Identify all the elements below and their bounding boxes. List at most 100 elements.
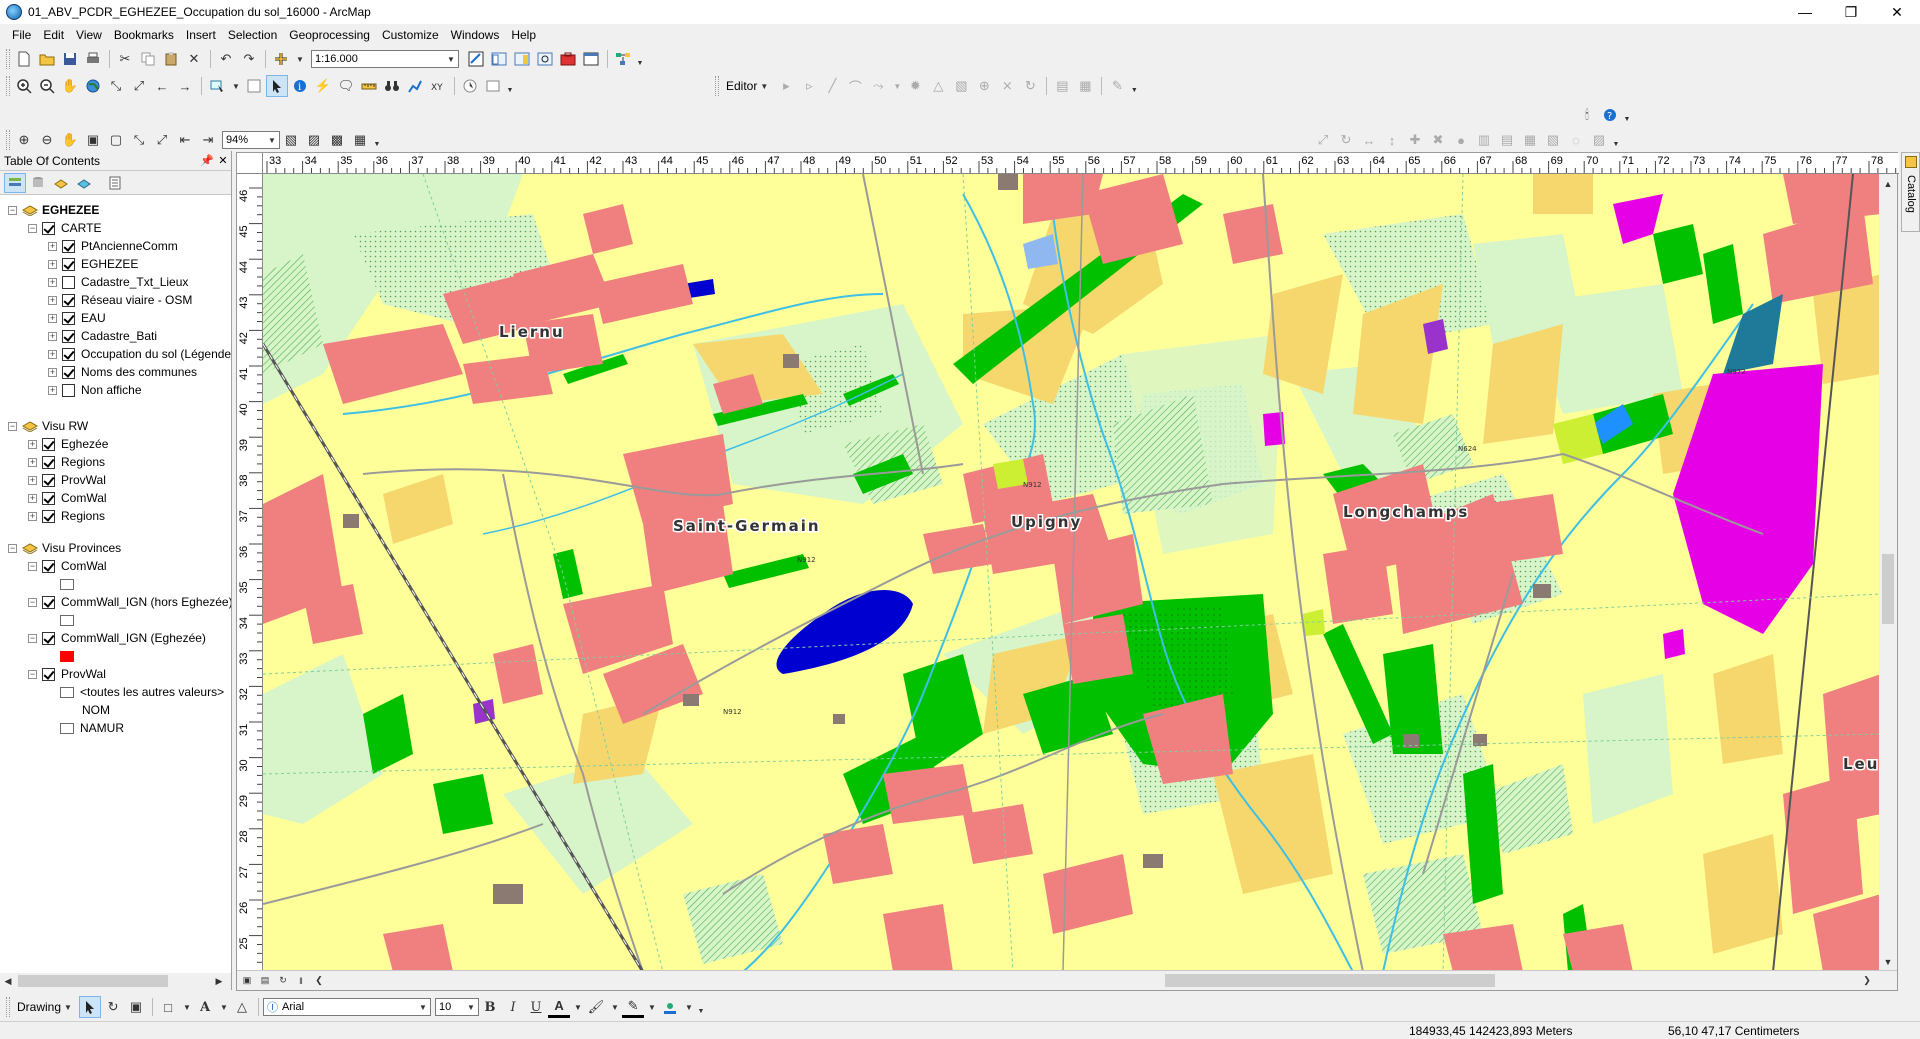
rotate-tool-icon[interactable]: ↻ <box>1019 75 1041 97</box>
map-horizontal-scrollbar[interactable] <box>325 974 1865 987</box>
georef-update-icon[interactable]: ▤ <box>1496 129 1518 151</box>
toolbar-handle[interactable] <box>6 49 10 69</box>
toc-layer-regions-2[interactable]: + Regions <box>0 507 231 525</box>
add-data-dropdown[interactable]: ▼ <box>293 51 307 67</box>
layer-checkbox[interactable] <box>62 365 75 379</box>
html-popup-icon[interactable]: 🗨 <box>335 75 357 97</box>
map-vertical-scrollbar[interactable]: ▲ ▼ <box>1879 174 1897 972</box>
previous-extent-page-icon[interactable]: ⇤ <box>174 129 196 151</box>
pin-icon[interactable]: 📌 <box>199 154 215 167</box>
marker-color-icon[interactable] <box>659 996 681 1018</box>
layer-checkbox[interactable] <box>42 595 55 609</box>
menu-help[interactable]: Help <box>505 24 542 46</box>
menu-file[interactable]: File <box>6 24 37 46</box>
georef-layer-icon[interactable]: ▨ <box>1588 129 1610 151</box>
pan-hand-icon[interactable]: ✋ <box>59 75 81 97</box>
toc-layer-eghezee[interactable]: + EGHEZEE <box>0 255 231 273</box>
toc-layer-eghezee-rw[interactable]: + Eghezée <box>0 435 231 453</box>
end-point-arc-icon[interactable]: ⌒ <box>844 75 866 97</box>
georef-fit-icon[interactable]: ⤢ <box>1312 129 1334 151</box>
layer-checkbox[interactable] <box>42 509 55 523</box>
add-data-icon[interactable] <box>270 48 292 70</box>
create-features-icon[interactable]: ✎ <box>1106 75 1128 97</box>
toolbar-options-icon[interactable]: ▼ <box>1131 78 1138 94</box>
select-features-icon[interactable] <box>206 75 228 97</box>
menu-edit[interactable]: Edit <box>37 24 70 46</box>
copy-icon[interactable] <box>137 48 159 70</box>
expand-toggle[interactable]: + <box>48 367 57 377</box>
toolbar-handle[interactable] <box>6 76 10 96</box>
expand-toggle[interactable]: + <box>28 511 37 521</box>
expand-toggle[interactable]: + <box>28 493 37 503</box>
rectangle-tool-icon[interactable]: □ <box>157 996 179 1018</box>
toc-layer-eau[interactable]: + EAU <box>0 309 231 327</box>
point-icon[interactable]: ✹ <box>904 75 926 97</box>
zoom-to-selected-icon[interactable]: ▣ <box>125 996 147 1018</box>
toc-layer-cadastre-bati[interactable]: + Cadastre_Bati <box>0 327 231 345</box>
select-features-dropdown[interactable]: ▼ <box>229 78 243 94</box>
collapse-toggle[interactable]: − <box>8 205 17 215</box>
menu-selection[interactable]: Selection <box>222 24 283 46</box>
layer-checkbox[interactable] <box>62 383 75 397</box>
toolbar-handle[interactable] <box>715 76 719 96</box>
print-icon[interactable] <box>82 48 104 70</box>
toc-options-icon[interactable] <box>104 173 126 193</box>
edit-vertices-icon[interactable]: △ <box>927 75 949 97</box>
collapse-toggle[interactable]: − <box>28 223 37 233</box>
toc-layer-ptanciennecomm[interactable]: + PtAncienneComm <box>0 237 231 255</box>
zoom-out-icon[interactable] <box>36 75 58 97</box>
toolbar-options-icon[interactable]: ▼ <box>1613 132 1620 148</box>
scrollbar-thumb[interactable] <box>1882 554 1894 624</box>
fixed-zoom-out-page-icon[interactable]: ⤢ <box>151 129 173 151</box>
editor-menu[interactable]: Editor ▼ <box>722 78 775 94</box>
toc-layer-occupation-du-sol[interactable]: + Occupation du sol (Légende <box>0 345 231 363</box>
underline-button[interactable]: U <box>525 996 547 1018</box>
font-family-combo[interactable]: Ⓘ Arial ▼ <box>263 998 432 1016</box>
italic-button[interactable]: I <box>502 996 524 1018</box>
toolbar-handle[interactable] <box>6 130 10 150</box>
open-folder-icon[interactable] <box>36 48 58 70</box>
expand-toggle[interactable]: + <box>48 313 57 323</box>
font-color-dropdown[interactable]: ▼ <box>571 999 585 1015</box>
bold-button[interactable]: B <box>479 996 501 1018</box>
layer-checkbox[interactable] <box>62 293 75 307</box>
search-window-icon[interactable] <box>534 48 556 70</box>
toc-layer-regions[interactable]: + Regions <box>0 453 231 471</box>
fill-color-dropdown[interactable]: ▼ <box>608 999 622 1015</box>
expand-toggle[interactable]: + <box>28 457 37 467</box>
layer-checkbox[interactable] <box>42 437 55 451</box>
cut-icon[interactable]: ✂ <box>114 48 136 70</box>
edit-annotation-icon[interactable]: ▹ <box>798 75 820 97</box>
collapse-toggle[interactable]: − <box>28 597 37 607</box>
toc-layer-provwal-prov[interactable]: − ProvWal <box>0 665 231 683</box>
layer-checkbox[interactable] <box>62 329 75 343</box>
layer-checkbox[interactable] <box>62 275 75 289</box>
go-back-extent-icon[interactable]: ← <box>151 75 173 97</box>
toc-layer-noms-des-communes[interactable]: + Noms des communes <box>0 363 231 381</box>
scroll-right-icon[interactable]: ❯ <box>1859 973 1875 989</box>
toc-layer-commwall-ign-eghezee[interactable]: − CommWall_IGN (Eghezée) <box>0 629 231 647</box>
attributes-icon[interactable]: ▤ <box>1051 75 1073 97</box>
arctoolbox-icon[interactable] <box>557 48 579 70</box>
editor-toolbar-icon[interactable] <box>465 48 487 70</box>
layer-checkbox[interactable] <box>62 239 75 253</box>
chevron-down-icon[interactable]: ▼ <box>265 132 279 148</box>
collapse-toggle[interactable]: − <box>28 669 37 679</box>
scroll-right-icon[interactable]: ▶ <box>211 974 227 990</box>
toc-dataframe-visu-provinces[interactable]: − Visu Provinces <box>0 539 231 557</box>
expand-toggle[interactable]: + <box>48 385 57 395</box>
toc-layer-comwal[interactable]: + ComWal <box>0 489 231 507</box>
font-size-combo[interactable]: 10 ▼ <box>435 998 480 1016</box>
go-to-xy-icon[interactable]: XY <box>427 75 449 97</box>
expand-toggle[interactable]: + <box>28 475 37 485</box>
expand-toggle[interactable]: + <box>28 439 37 449</box>
find-binoculars-icon[interactable] <box>381 75 403 97</box>
zoom-whole-page-icon[interactable]: ▣ <box>82 129 104 151</box>
catalog-window-icon[interactable] <box>511 48 533 70</box>
georef-view-link-icon[interactable]: ● <box>1450 129 1472 151</box>
toolbar-options-icon[interactable]: ▼ <box>1624 107 1631 123</box>
layout-zoom-out-icon[interactable]: ⊖ <box>36 129 58 151</box>
list-by-visibility-icon[interactable] <box>50 173 72 193</box>
redo-icon[interactable]: ↷ <box>238 48 260 70</box>
scrollbar-thumb[interactable] <box>18 975 168 987</box>
